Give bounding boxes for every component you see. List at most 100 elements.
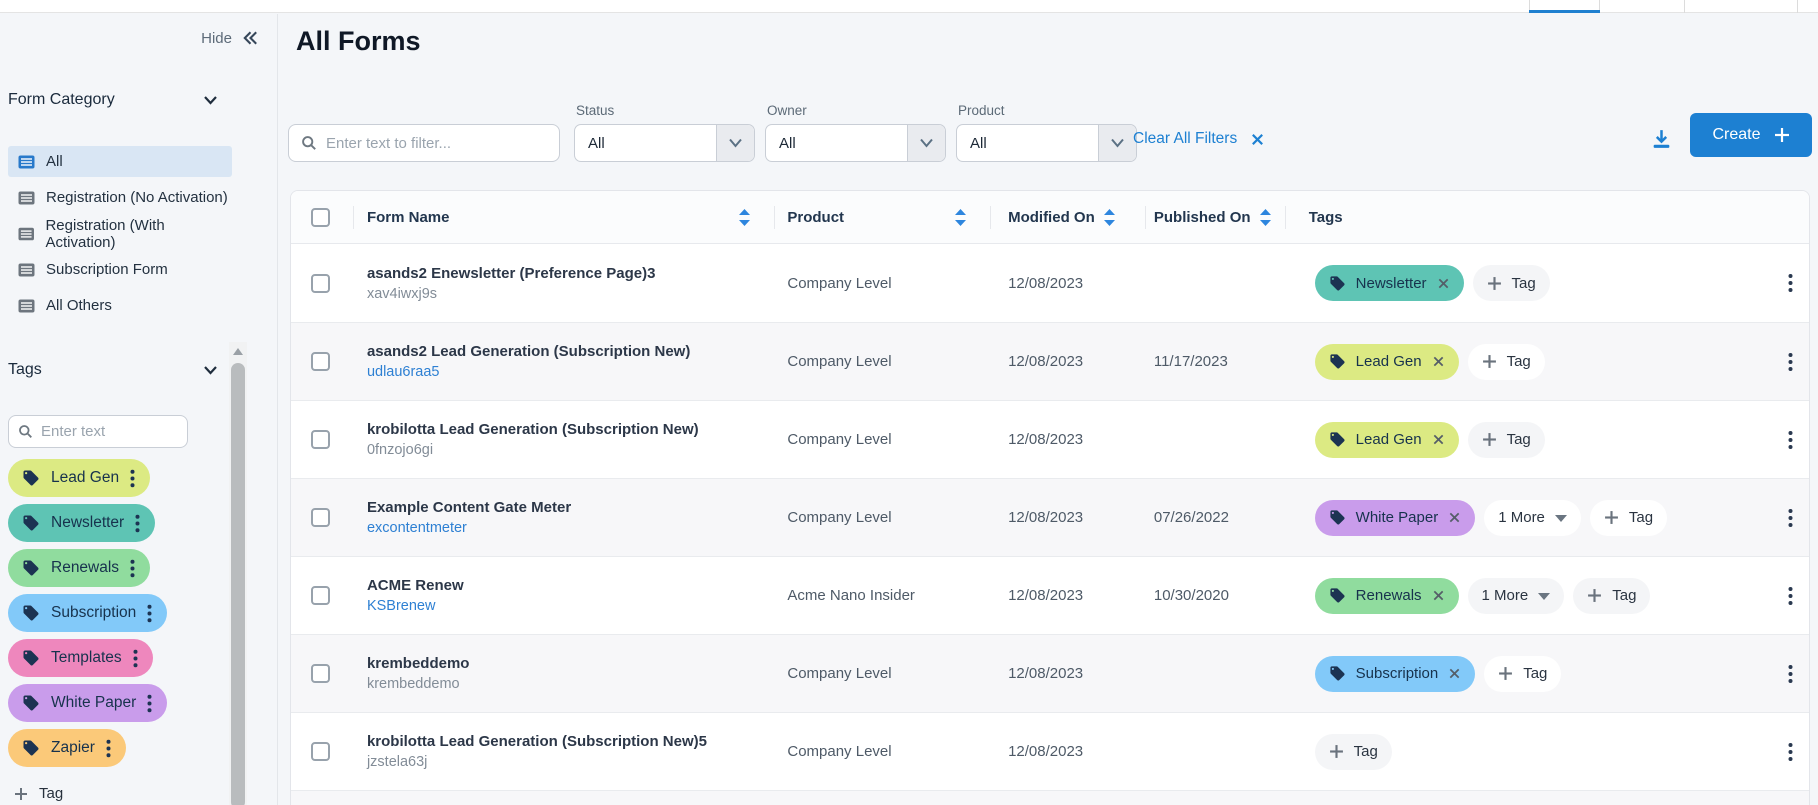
row-checkbox[interactable] (311, 508, 330, 527)
filter-dropdown[interactable]: All (765, 124, 946, 162)
tag-options-kebab-icon[interactable] (130, 559, 135, 578)
create-button[interactable]: Create (1690, 113, 1812, 157)
row-kebab-icon[interactable] (1788, 742, 1793, 762)
dropdown-toggle-button[interactable] (1098, 125, 1136, 161)
add-tag-sidebar-button[interactable]: Tag (14, 785, 63, 802)
form-category-title: Form Category (8, 91, 115, 109)
form-category-item[interactable]: Subscription Form (8, 254, 232, 285)
form-category-item[interactable]: All (8, 146, 232, 177)
form-name[interactable]: ACME Renew (367, 577, 464, 594)
sort-icon[interactable] (739, 209, 750, 226)
row-tag-pill[interactable]: Lead Gen (1315, 422, 1459, 458)
remove-tag-icon[interactable] (1437, 277, 1450, 290)
row-checkbox[interactable] (311, 742, 330, 761)
add-tag-button[interactable]: Tag (1484, 656, 1561, 692)
add-tag-button[interactable]: Tag (1473, 265, 1550, 301)
plus-icon (1604, 510, 1619, 525)
row-tag-pill[interactable]: Lead Gen (1315, 344, 1459, 380)
add-tag-button[interactable]: Tag (1468, 422, 1545, 458)
remove-tag-icon[interactable] (1432, 589, 1445, 602)
table-search-input[interactable] (326, 135, 547, 152)
column-header[interactable] (291, 191, 353, 243)
row-kebab-icon[interactable] (1788, 352, 1793, 372)
row-checkbox[interactable] (311, 586, 330, 605)
sidebar-tag-pill[interactable]: Newsletter (8, 504, 155, 542)
scrollbar-thumb[interactable] (231, 363, 245, 805)
form-category-header[interactable]: Form Category (8, 89, 218, 111)
row-checkbox[interactable] (311, 274, 330, 293)
tag-options-kebab-icon[interactable] (106, 739, 111, 758)
modified-on-cell: 12/08/2023 (990, 635, 1145, 712)
dropdown-toggle-button[interactable] (716, 125, 754, 161)
row-actions-cell (1729, 323, 1809, 400)
download-icon (1650, 127, 1673, 150)
more-tags-button[interactable]: 1 More (1484, 500, 1581, 536)
column-header[interactable]: Product (774, 191, 990, 243)
hide-sidebar-button[interactable]: Hide (201, 29, 260, 47)
form-name[interactable]: asands2 Enewsletter (Preference Page)3 (367, 265, 655, 282)
form-name-cell: asands2 Lead Generation (Subscription Ne… (353, 323, 774, 400)
filter-dropdown[interactable]: All (574, 124, 755, 162)
add-tag-button[interactable]: Tag (1468, 344, 1545, 380)
form-name[interactable]: krobilotta Lead Generation (Subscription… (367, 733, 707, 750)
tag-search-input[interactable] (41, 423, 161, 440)
form-name[interactable]: asands2 Lead Generation (Subscription Ne… (367, 343, 690, 360)
sidebar-tag-pill[interactable]: White Paper (8, 684, 167, 722)
form-name[interactable]: krobilotta Lead Generation (Subscription… (367, 421, 699, 438)
column-header[interactable]: Modified On (990, 191, 1145, 243)
form-category-item[interactable]: Registration (With Activation) (8, 218, 232, 249)
sidebar-tag-pill[interactable]: Subscription (8, 594, 167, 632)
published-on-cell: 10/30/2020 (1145, 557, 1285, 634)
sidebar-tag-pill[interactable]: Renewals (8, 549, 150, 587)
row-checkbox[interactable] (311, 664, 330, 683)
more-tags-button[interactable]: 1 More (1468, 578, 1565, 614)
row-tag-pill[interactable]: Subscription (1315, 656, 1476, 692)
select-all-checkbox[interactable] (311, 208, 330, 227)
add-tag-button[interactable]: Tag (1590, 500, 1667, 536)
tag-icon (1329, 431, 1346, 448)
form-category-item[interactable]: All Others (8, 290, 232, 321)
row-tag-pill[interactable]: Newsletter (1315, 265, 1464, 301)
sort-icon[interactable] (1260, 209, 1271, 226)
row-kebab-icon[interactable] (1788, 508, 1793, 528)
tag-options-kebab-icon[interactable] (147, 694, 152, 713)
sidebar-scrollbar[interactable] (229, 342, 247, 805)
row-kebab-icon[interactable] (1788, 586, 1793, 606)
tag-options-kebab-icon[interactable] (130, 469, 135, 488)
form-name[interactable]: krembeddemo (367, 655, 470, 672)
row-tag-pill[interactable]: White Paper (1315, 500, 1476, 536)
sidebar-tag-pill[interactable]: Zapier (8, 729, 126, 767)
row-checkbox[interactable] (311, 352, 330, 371)
scroll-up-icon[interactable] (233, 348, 243, 355)
sort-icon[interactable] (1104, 209, 1115, 226)
row-kebab-icon[interactable] (1788, 430, 1793, 450)
row-checkbox[interactable] (311, 430, 330, 449)
remove-tag-icon[interactable] (1432, 433, 1445, 446)
clear-all-filters-button[interactable]: Clear All Filters (1133, 130, 1265, 148)
add-tag-button[interactable]: Tag (1573, 578, 1650, 614)
form-category-item[interactable]: Registration (No Activation) (8, 182, 232, 213)
row-kebab-icon[interactable] (1788, 273, 1793, 293)
row-tag-pill[interactable]: Renewals (1315, 578, 1459, 614)
column-header[interactable]: Form Name (353, 191, 774, 243)
remove-tag-icon[interactable] (1448, 667, 1461, 680)
sort-icon[interactable] (955, 209, 966, 226)
tag-options-kebab-icon[interactable] (147, 604, 152, 623)
download-button[interactable] (1645, 122, 1677, 154)
tag-options-kebab-icon[interactable] (135, 514, 140, 533)
dropdown-toggle-button[interactable] (907, 125, 945, 161)
row-kebab-icon[interactable] (1788, 664, 1793, 684)
sidebar-tag-pill[interactable]: Lead Gen (8, 459, 150, 497)
remove-tag-icon[interactable] (1432, 355, 1445, 368)
column-header[interactable]: Published On (1145, 191, 1285, 243)
tag-label: Renewals (1356, 587, 1422, 604)
tag-options-kebab-icon[interactable] (133, 649, 138, 668)
filter-dropdown[interactable]: All (956, 124, 1137, 162)
column-header[interactable]: Tags (1285, 191, 1729, 243)
sidebar-tag-pill[interactable]: Templates (8, 639, 153, 677)
add-tag-button[interactable]: Tag (1315, 734, 1392, 770)
remove-tag-icon[interactable] (1448, 511, 1461, 524)
column-header[interactable] (1729, 191, 1809, 243)
tags-header[interactable]: Tags (8, 359, 218, 381)
form-name[interactable]: Example Content Gate Meter (367, 499, 571, 516)
